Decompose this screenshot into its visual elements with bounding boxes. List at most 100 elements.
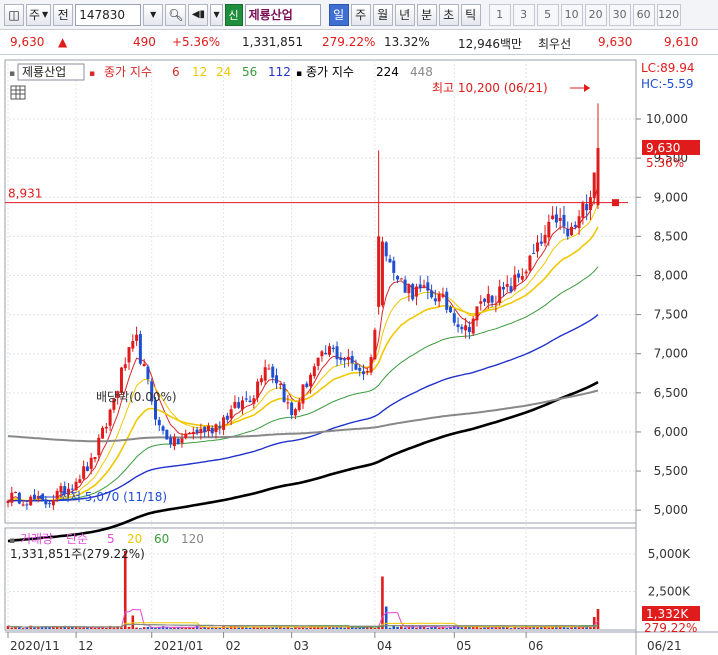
period-label: 틱	[465, 8, 477, 22]
period-day-button[interactable]: 일	[328, 3, 349, 26]
sound-button[interactable]: ◀▮	[188, 3, 209, 26]
stock-code-input[interactable]: 147830	[75, 3, 142, 26]
candle-body	[585, 204, 589, 211]
candle-body	[127, 347, 131, 363]
candle-body	[320, 351, 324, 357]
volume-bar	[21, 628, 25, 630]
table-icon[interactable]	[10, 85, 26, 100]
best-bid: 9,610	[664, 35, 699, 49]
candle-body	[532, 252, 536, 254]
volume-bar	[237, 627, 241, 629]
new-badge-label: 신	[228, 8, 239, 22]
legend-ma-56: 56	[242, 65, 257, 79]
candle-body	[498, 286, 502, 303]
period-label: 초	[443, 8, 455, 22]
x-axis: 2020/11 12 2021/01 02 03 04 05 06 06/21	[7, 632, 682, 653]
volume-bar	[403, 627, 407, 629]
candle-body	[165, 429, 169, 440]
candle-body	[290, 402, 294, 416]
volume-bar	[400, 626, 403, 629]
candle-body	[233, 401, 237, 408]
candle-body	[539, 241, 543, 244]
legend-marker-icon: ▪	[9, 69, 15, 79]
candle-body	[48, 503, 52, 505]
candle-body	[282, 384, 286, 402]
volume-bar	[67, 627, 70, 629]
volume-bar	[59, 627, 63, 629]
candle-body	[108, 409, 112, 426]
interval-1-button[interactable]: 1	[488, 3, 511, 26]
candle-body	[316, 357, 320, 366]
candle-body	[588, 197, 592, 211]
options-button[interactable]: ▼	[210, 3, 223, 26]
volume-bar	[373, 627, 377, 629]
interval-label: 10	[564, 8, 579, 21]
volume-bar	[388, 627, 392, 629]
chevron-down-icon: ▼	[213, 10, 220, 19]
candle-body	[271, 366, 275, 378]
volume-bar	[169, 627, 172, 629]
candle-body	[392, 260, 396, 273]
volume-bar	[142, 627, 146, 629]
horizontal-line-handle[interactable]	[612, 199, 619, 207]
candle-body	[449, 307, 452, 313]
volume-bar	[135, 627, 138, 629]
candle-body	[82, 466, 86, 479]
candle-body	[44, 499, 48, 505]
chart-settings-icon[interactable]: ◫	[4, 3, 24, 26]
interval-5-button[interactable]: 5	[536, 3, 559, 26]
period-week-button[interactable]: 주	[350, 3, 371, 26]
volume-ma-120: 120	[181, 532, 204, 546]
volume-bar	[105, 627, 108, 629]
volume-bar	[339, 627, 343, 629]
volume-bar	[154, 628, 157, 630]
chart-canvas[interactable]: 10,0009,5009,0008,5008,0007,5007,0006,50…	[0, 58, 718, 655]
candle-body	[362, 371, 366, 375]
candle-body	[528, 255, 532, 271]
period-month-button[interactable]: 월	[372, 3, 393, 26]
candle-body	[161, 426, 165, 431]
volume-bar	[192, 627, 195, 629]
volume-bar	[505, 627, 509, 629]
change-amount: 490	[133, 35, 156, 49]
interval-60-button[interactable]: 60	[632, 3, 655, 26]
code-dropdown-button[interactable]: ▼	[143, 3, 164, 26]
market-select[interactable]: 주 ▼	[26, 3, 52, 26]
candle-body	[206, 425, 210, 431]
price-tick-label: 8,500	[654, 229, 688, 243]
current-price: 9,630	[10, 35, 45, 49]
dividend-annotation: 배당락(0.00%)	[96, 390, 177, 404]
period-label: 월	[377, 8, 389, 22]
stock-chart[interactable]: 10,000 9,500 9,000 8,500 8,000 7,500 7,000 6,50…	[0, 58, 718, 655]
candle-body	[180, 438, 184, 443]
interval-label: 30	[612, 8, 627, 21]
candle-body	[396, 276, 400, 280]
period-year-button[interactable]: 년	[394, 3, 415, 26]
stock-name-field[interactable]: 제룡산업	[244, 3, 321, 26]
period-tick-button[interactable]: 틱	[460, 3, 481, 26]
period-minute-button[interactable]: 분	[416, 3, 437, 26]
candle-body	[188, 432, 192, 435]
candle-body	[191, 431, 195, 435]
candle-body	[278, 383, 282, 385]
interval-3-button[interactable]: 3	[512, 3, 535, 26]
candle-body	[203, 426, 207, 433]
speaker-icon: ◀▮	[191, 9, 206, 20]
candle-body	[441, 294, 445, 297]
candle-body	[301, 384, 305, 404]
lc-label: LC:89.94	[641, 61, 694, 75]
interval-10-button[interactable]: 10	[560, 3, 583, 26]
interval-120-button[interactable]: 120	[656, 3, 681, 26]
stock-name-value: 제룡산업	[248, 8, 293, 22]
volume-bar	[407, 627, 411, 629]
legend-stock-name: 제룡산업	[22, 65, 66, 79]
legend-ma-448: 448	[410, 65, 433, 79]
candle-body	[445, 291, 449, 310]
period-second-button[interactable]: 초	[438, 3, 459, 26]
candle-body	[97, 437, 101, 456]
interval-20-button[interactable]: 20	[584, 3, 607, 26]
code-type-button[interactable]: 전	[53, 3, 74, 26]
search-button[interactable]: 🔍︎	[165, 3, 187, 26]
interval-30-button[interactable]: 30	[608, 3, 631, 26]
volume-bar	[173, 627, 176, 629]
